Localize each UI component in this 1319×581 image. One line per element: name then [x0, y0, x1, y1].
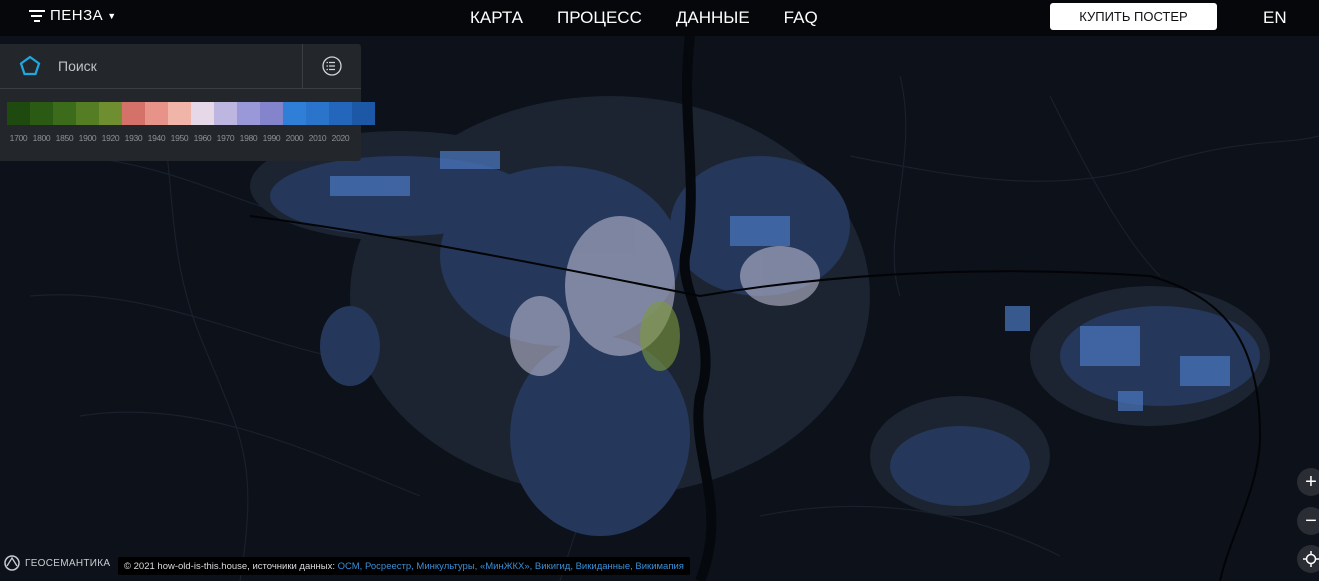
legend-year-label: 2020 — [331, 133, 350, 143]
legend-swatch — [99, 102, 122, 125]
nav-data[interactable]: ДАННЫЕ — [676, 8, 750, 28]
city-name: ПЕНЗА — [50, 7, 104, 24]
legend-swatch — [237, 102, 260, 125]
zoom-in-button[interactable]: + — [1297, 468, 1319, 496]
nav-process[interactable]: ПРОЦЕСС — [557, 8, 642, 28]
legend-swatch — [306, 102, 329, 125]
legend-year-label: 1900 — [78, 133, 97, 143]
attribution-sources[interactable]: ОСМ, Росреестр, Минкультуры, «МинЖКХ», В… — [338, 561, 684, 572]
legend-year-label: 1980 — [239, 133, 258, 143]
legend-swatch — [191, 102, 214, 125]
old-buildings — [640, 301, 680, 371]
legend-year-label: 1960 — [193, 133, 212, 143]
geosemantica-logo[interactable]: ГЕОСЕМАНТИКА — [3, 554, 110, 572]
attribution: © 2021 how-old-is-this.house, источники … — [118, 557, 690, 575]
legend-swatch — [7, 102, 30, 125]
logo-icon — [29, 9, 45, 22]
age-legend — [7, 102, 375, 125]
nav-map[interactable]: КАРТА — [470, 8, 523, 28]
legend-swatch — [214, 102, 237, 125]
legend-year-label: 1700 — [9, 133, 28, 143]
locate-button[interactable] — [1297, 545, 1319, 573]
legend-year-label: 2010 — [308, 133, 327, 143]
buy-poster-button[interactable]: КУПИТЬ ПОСТЕР — [1050, 3, 1217, 30]
legend-swatch — [76, 102, 99, 125]
main-nav: КАРТА ПРОЦЕСС ДАННЫЕ FAQ — [470, 8, 852, 28]
legend-swatch — [168, 102, 191, 125]
geosemantica-text: ГЕОСЕМАНТИКА — [25, 557, 111, 569]
locate-icon — [1303, 551, 1319, 567]
legend-year-label: 1930 — [124, 133, 143, 143]
list-icon — [322, 56, 342, 76]
legend-swatch — [145, 102, 168, 125]
legend-swatch — [260, 102, 283, 125]
legend-swatch — [122, 102, 145, 125]
legend-year-label: 1990 — [262, 133, 281, 143]
age-legend-labels: 1700 1800 1850 1900 1920 1930 1940 1950 1960 1970… — [7, 133, 352, 143]
search-input[interactable]: Поиск — [58, 58, 302, 74]
legend-swatch — [283, 102, 306, 125]
geosemantica-icon — [4, 555, 20, 571]
list-menu-button[interactable] — [303, 44, 361, 88]
legend-swatch — [329, 102, 352, 125]
city-selector[interactable]: ПЕНЗА ▼ — [28, 7, 117, 24]
legend-year-label: 1850 — [55, 133, 74, 143]
legend-year-label: 1940 — [147, 133, 166, 143]
legend-year-label: 1970 — [216, 133, 235, 143]
top-bar: ПЕНЗА ▼ КАРТА ПРОЦЕСС ДАННЫЕ FAQ КУПИТЬ … — [0, 0, 1319, 36]
chevron-down-icon: ▼ — [107, 10, 117, 21]
pentagon-logo-icon — [19, 55, 41, 76]
legend-swatch — [352, 102, 375, 125]
legend-year-label: 1800 — [32, 133, 51, 143]
search-panel: Поиск 1700 1800 1850 1900 1920 1930 1940 1950 19… — [0, 44, 375, 161]
legend-year-label: 2000 — [285, 133, 304, 143]
language-switch[interactable]: EN — [1263, 8, 1287, 28]
zoom-out-button[interactable]: − — [1297, 507, 1319, 535]
legend-swatch — [30, 102, 53, 125]
legend-swatch — [53, 102, 76, 125]
legend-year-label: 1950 — [170, 133, 189, 143]
search-row: Поиск — [0, 44, 361, 89]
legend-year-label: 1920 — [101, 133, 120, 143]
nav-faq[interactable]: FAQ — [784, 8, 818, 28]
attribution-copyright: © 2021 how-old-is-this.house, источники … — [124, 560, 335, 572]
